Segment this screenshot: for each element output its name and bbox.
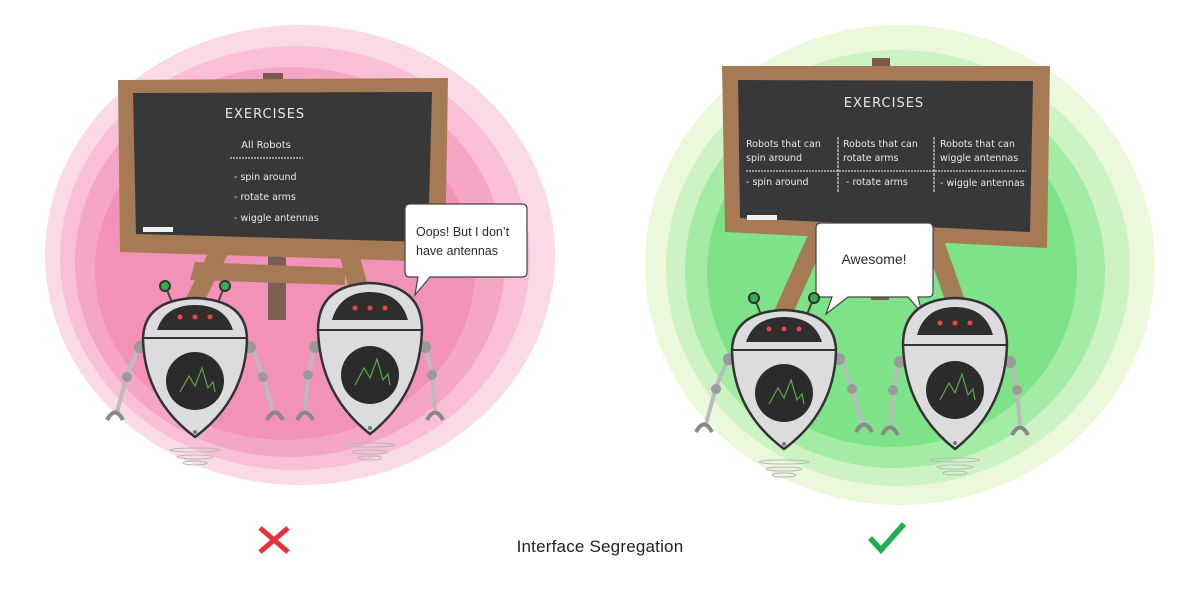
speech-bubble-text: Awesome! bbox=[841, 251, 906, 267]
left-scene: EXERCISES All Robots - spin around - rot… bbox=[0, 0, 600, 510]
board-item: - rotate arms bbox=[234, 192, 296, 203]
column-header: Robots that can bbox=[746, 139, 821, 150]
left-illustration: EXERCISES All Robots - spin around - rot… bbox=[45, 25, 555, 485]
speech-bubble-line1: Oops! But I don’t bbox=[416, 225, 510, 239]
board-subtitle: All Robots bbox=[241, 140, 291, 151]
antenna-icon bbox=[748, 292, 760, 304]
column-item: - wiggle antennas bbox=[940, 178, 1025, 189]
right-scene: EXERCISES Robots that can spin around - … bbox=[600, 0, 1200, 510]
column-item: - spin around bbox=[746, 177, 809, 188]
antenna-icon bbox=[159, 280, 171, 292]
chalk-piece bbox=[747, 215, 777, 220]
diagram-caption: Interface Segregation bbox=[516, 537, 684, 556]
chalk-piece bbox=[143, 227, 173, 232]
column-header: wiggle antennas bbox=[940, 153, 1018, 164]
right-illustration: EXERCISES Robots that can spin around - … bbox=[645, 25, 1155, 505]
column-item: - rotate arms bbox=[846, 177, 908, 188]
column-header: spin around bbox=[746, 153, 802, 164]
antenna-icon bbox=[219, 280, 231, 292]
chalkboard: EXERCISES All Robots - spin around - rot… bbox=[118, 78, 448, 262]
board-item: - spin around bbox=[234, 172, 297, 183]
board-title: EXERCISES bbox=[844, 96, 924, 111]
column-header: rotate arms bbox=[843, 153, 898, 164]
board-item: - wiggle antennas bbox=[234, 213, 319, 224]
antenna-icon bbox=[808, 292, 820, 304]
speech-bubble-line2: have antennas bbox=[416, 244, 498, 258]
column-header: Robots that can bbox=[843, 139, 918, 150]
chalkboard: EXERCISES Robots that can spin around - … bbox=[722, 66, 1050, 248]
column-header: Robots that can bbox=[940, 139, 1015, 150]
board-title: EXERCISES bbox=[225, 107, 305, 122]
